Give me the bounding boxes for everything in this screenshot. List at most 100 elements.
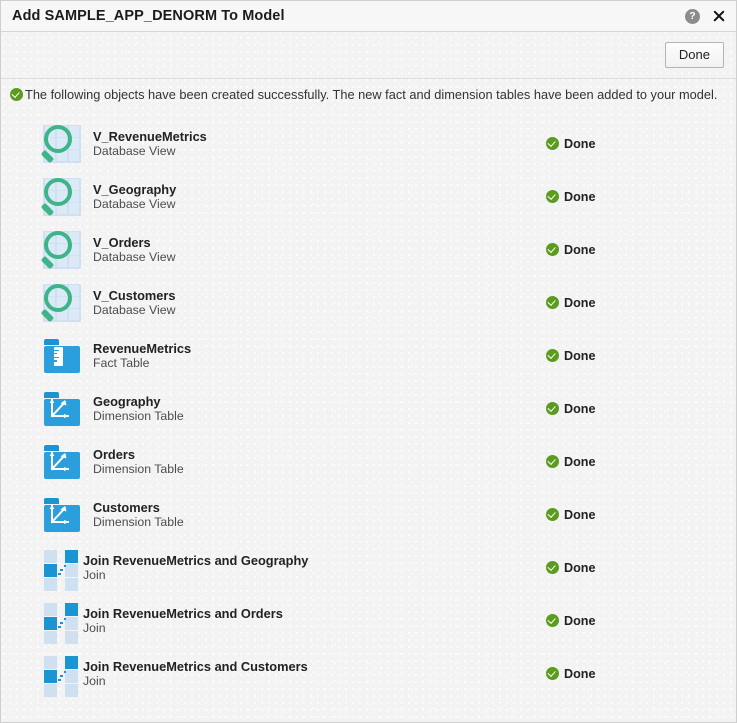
object-name: Geography [93, 393, 161, 409]
help-icon[interactable]: ? [685, 8, 700, 24]
object-type: Dimension Table [93, 514, 184, 529]
object-name: Join RevenueMetrics and Geography [83, 552, 309, 568]
object-type: Database View [93, 196, 176, 211]
status-badge: Done [546, 614, 736, 628]
object-labels: Geography Dimension Table [93, 394, 546, 424]
object-row: Join RevenueMetrics and Customers Join Don… [1, 647, 736, 700]
created-objects-list: V_RevenueMetrics Database View Done V_Geogr… [1, 110, 736, 722]
status-badge: Done [546, 402, 736, 416]
object-row: Join RevenueMetrics and Geography Join Don… [1, 541, 736, 594]
status-badge: Done [546, 667, 736, 681]
object-row: Join RevenueMetrics and Orders Join Done [1, 594, 736, 647]
status-badge: Done [546, 455, 736, 469]
object-labels: Join RevenueMetrics and Orders Join [83, 606, 546, 636]
object-labels: Join RevenueMetrics and Geography Join [83, 553, 546, 583]
status-badge: Done [546, 243, 736, 257]
status-badge: Done [546, 508, 736, 522]
join-icon [41, 600, 83, 644]
status-label: Done [564, 507, 596, 522]
object-name: RevenueMetrics [93, 340, 192, 356]
dimension-table-icon [41, 494, 83, 536]
object-labels: RevenueMetrics Fact Table [93, 341, 546, 371]
object-name: Customers [93, 499, 160, 515]
success-check-icon [546, 243, 559, 256]
close-icon[interactable] [711, 9, 726, 24]
object-type: Dimension Table [93, 408, 184, 423]
dialog-titlebar: Add SAMPLE_APP_DENORM To Model ? [1, 1, 736, 32]
object-type: Dimension Table [93, 461, 184, 476]
object-row: Geography Dimension Table Done [1, 382, 736, 435]
success-check-icon [10, 88, 23, 101]
dialog-title: Add SAMPLE_APP_DENORM To Model [12, 8, 285, 24]
fact-table-icon [41, 335, 83, 377]
status-label: Done [564, 189, 596, 204]
titlebar-actions: ? [685, 8, 726, 24]
object-labels: V_Customers Database View [93, 288, 546, 318]
join-icon [41, 547, 83, 591]
success-check-icon [546, 349, 559, 362]
success-check-icon [546, 614, 559, 627]
object-row: V_Orders Database View Done [1, 223, 736, 276]
done-button[interactable]: Done [664, 42, 724, 68]
object-type: Database View [93, 143, 176, 158]
object-labels: V_Geography Database View [93, 182, 546, 212]
status-badge: Done [546, 296, 736, 310]
object-labels: V_Orders Database View [93, 235, 546, 265]
object-name: V_Geography [93, 181, 177, 197]
status-label: Done [564, 295, 596, 310]
dimension-table-icon [41, 441, 83, 483]
join-icon [41, 653, 83, 697]
status-badge: Done [546, 349, 736, 363]
database-view-icon [41, 282, 83, 324]
object-labels: Join RevenueMetrics and Customers Join [83, 659, 546, 689]
object-row: Customers Dimension Table Done [1, 488, 736, 541]
object-type: Database View [93, 249, 176, 264]
database-view-icon [41, 229, 83, 271]
success-check-icon [546, 667, 559, 680]
object-type: Join [83, 673, 106, 688]
object-type: Fact Table [93, 355, 150, 370]
database-view-icon [41, 176, 83, 218]
object-name: V_Orders [93, 234, 151, 250]
success-message-text: The following objects have been created … [25, 87, 718, 102]
object-name: Orders [93, 446, 135, 462]
success-check-icon [546, 137, 559, 150]
object-row: V_Customers Database View Done [1, 276, 736, 329]
object-labels: V_RevenueMetrics Database View [93, 129, 546, 159]
status-badge: Done [546, 190, 736, 204]
object-row: Orders Dimension Table Done [1, 435, 736, 488]
object-row: RevenueMetrics Fact Table Done [1, 329, 736, 382]
status-label: Done [564, 454, 596, 469]
object-type: Database View [93, 302, 176, 317]
success-check-icon [546, 402, 559, 415]
status-label: Done [564, 666, 596, 681]
dimension-table-icon [41, 388, 83, 430]
status-label: Done [564, 560, 596, 575]
status-label: Done [564, 401, 596, 416]
object-name: V_Customers [93, 287, 176, 303]
object-name: Join RevenueMetrics and Customers [83, 658, 308, 674]
object-row: V_RevenueMetrics Database View Done [1, 117, 736, 170]
object-labels: Orders Dimension Table [93, 447, 546, 477]
object-type: Join [83, 567, 106, 582]
add-to-model-dialog: Add SAMPLE_APP_DENORM To Model ? Done Th… [0, 0, 737, 723]
status-label: Done [564, 136, 596, 151]
object-labels: Customers Dimension Table [93, 500, 546, 530]
status-label: Done [564, 613, 596, 628]
object-name: V_RevenueMetrics [93, 128, 207, 144]
success-check-icon [546, 455, 559, 468]
status-badge: Done [546, 561, 736, 575]
database-view-icon [41, 123, 83, 165]
success-check-icon [546, 508, 559, 521]
object-name: Join RevenueMetrics and Orders [83, 605, 283, 621]
status-label: Done [564, 348, 596, 363]
status-badge: Done [546, 137, 736, 151]
success-message-bar: The following objects have been created … [1, 79, 736, 110]
success-check-icon [546, 190, 559, 203]
object-row: V_Geography Database View Done [1, 170, 736, 223]
status-label: Done [564, 242, 596, 257]
success-check-icon [546, 296, 559, 309]
success-check-icon [546, 561, 559, 574]
object-type: Join [83, 620, 106, 635]
dialog-toolbar: Done [1, 32, 736, 79]
